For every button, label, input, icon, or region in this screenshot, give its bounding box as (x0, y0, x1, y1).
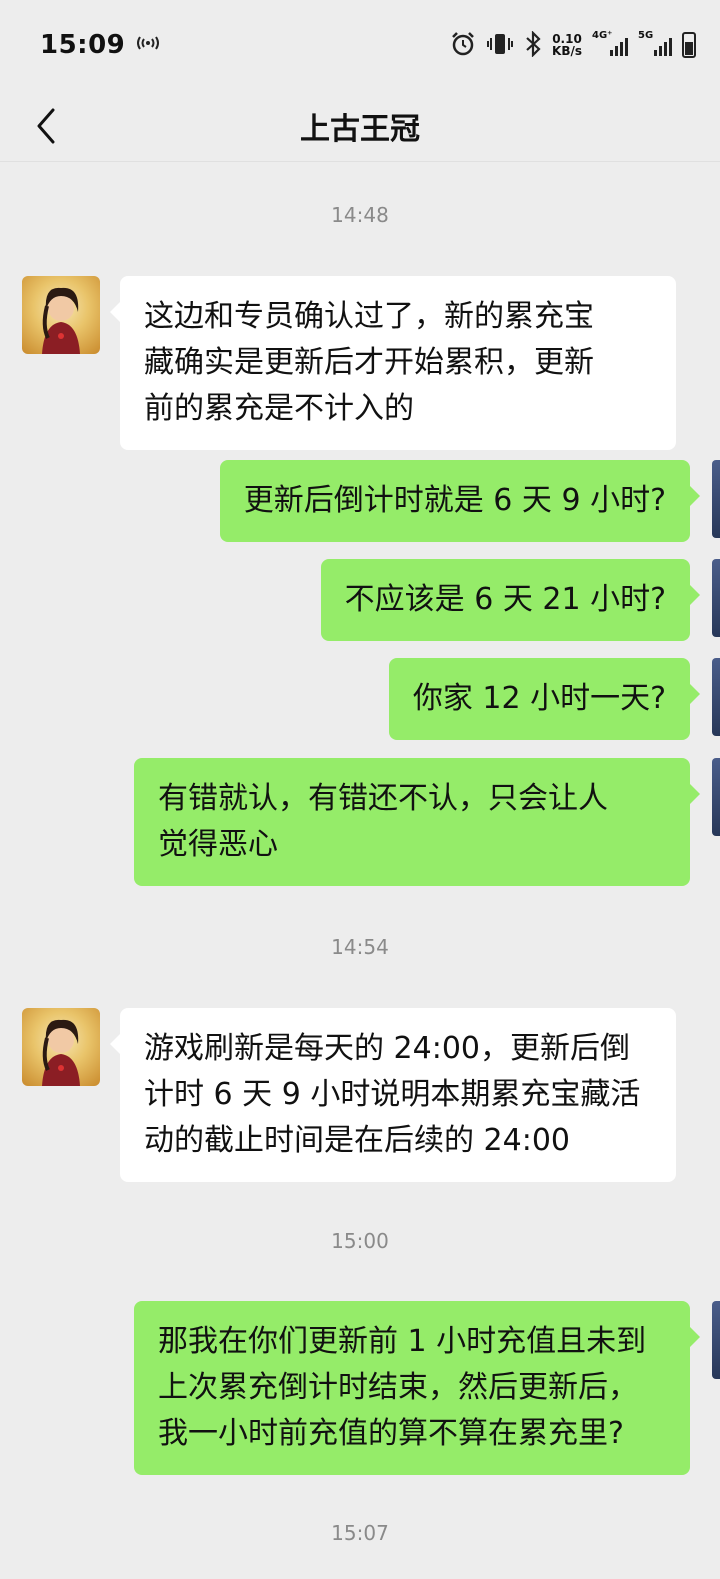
avatar[interactable] (712, 758, 720, 836)
outgoing-message-bubble[interactable]: 那我在你们更新前 1 小时充值且未到 上次累充倒计时结束，然后更新后， 我一小时… (134, 1301, 700, 1475)
chevron-left-icon[interactable] (28, 108, 64, 144)
outgoing-message-bubble[interactable]: 有错就认，有错还不认，只会让人 觉得恶心 (134, 758, 700, 886)
incoming-message-bubble[interactable]: 游戏刷新是每天的 24:00，更新后倒 计时 6 天 9 小时说明本期累充宝藏活… (110, 1008, 676, 1182)
outgoing-message-bubble[interactable]: 更新后倒计时就是 6 天 9 小时? (219, 460, 701, 542)
message-timestamp: 15:07 (331, 1521, 389, 1545)
message-timestamp: 14:54 (331, 935, 389, 959)
avatar[interactable] (22, 276, 100, 354)
signal-wave-icon (135, 33, 161, 57)
network-5g-label: 5G (638, 30, 654, 41)
vibrate-icon (486, 32, 514, 59)
status-time: 15:09 (40, 30, 126, 60)
network-4g-label: 4G⁺ (592, 30, 613, 41)
message-timestamp: 14:48 (331, 203, 389, 227)
chat-header: 上古王冠 (0, 90, 720, 162)
chat-title: 上古王冠 (300, 111, 420, 147)
avatar[interactable] (712, 559, 720, 637)
battery-icon (682, 32, 696, 58)
cellular-signal-icon: 5G (638, 30, 672, 56)
incoming-message-bubble[interactable]: 这边和专员确认过了，新的累充宝 藏确实是更新后才开始累积，更新 前的累充是不计入… (110, 276, 676, 450)
alarm-icon (450, 31, 476, 60)
outgoing-message-bubble[interactable]: 不应该是 6 天 21 小时? (320, 559, 701, 641)
avatar[interactable] (22, 1008, 100, 1086)
avatar[interactable] (712, 658, 720, 736)
net-speed-unit: KB/s (552, 44, 582, 58)
message-timestamp: 15:00 (331, 1229, 389, 1253)
outgoing-message-bubble[interactable]: 你家 12 小时一天? (388, 658, 701, 740)
bluetooth-icon (524, 29, 542, 60)
cellular-signal-icon: 4G⁺ (592, 30, 628, 56)
status-bar: 15:09 0.10 KB/s 4G⁺ 5G (0, 0, 720, 90)
net-speed: 0.10 KB/s (552, 33, 582, 57)
avatar[interactable] (712, 460, 720, 538)
avatar[interactable] (712, 1301, 720, 1379)
